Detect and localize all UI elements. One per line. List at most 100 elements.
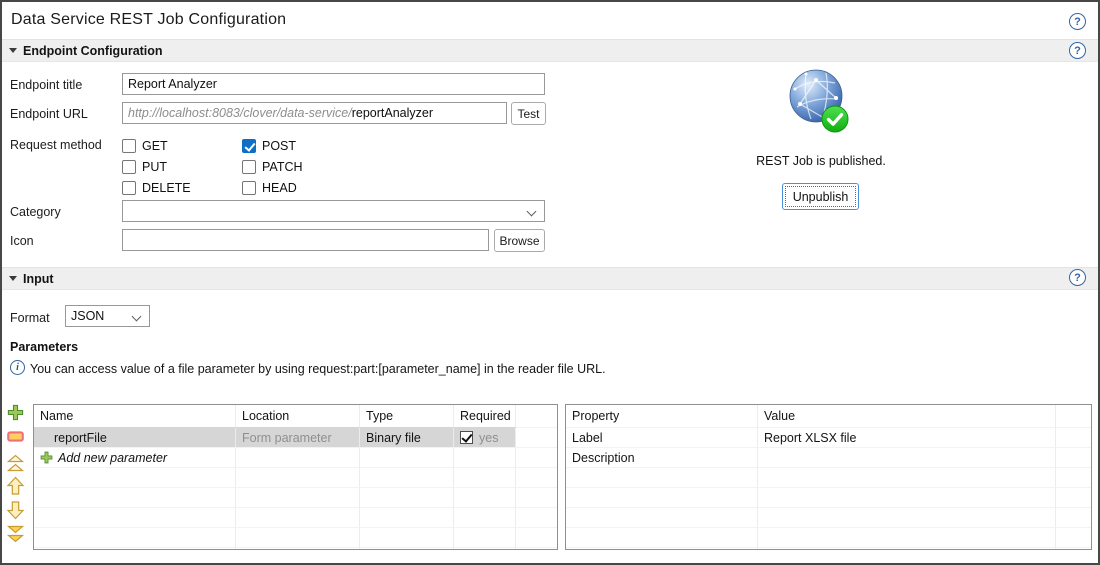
minus-icon — [7, 431, 24, 442]
endpoint-url-label: Endpoint URL — [10, 107, 88, 121]
empty-row — [566, 507, 1091, 527]
test-button[interactable]: Test — [511, 102, 546, 125]
request-method-label: Request method — [10, 138, 102, 152]
table-header-row: Name Location Type Required — [34, 405, 557, 427]
method-checkbox-delete[interactable]: DELETE — [122, 177, 242, 198]
method-label: DELETE — [142, 180, 191, 195]
window-titlebar: Data Service REST Job Configuration — [2, 2, 1098, 37]
request-method-group: GET POST PUT PATCH DELETE HEAD — [122, 135, 382, 198]
method-checkbox-patch[interactable]: PATCH — [242, 156, 382, 177]
endpoint-title-label: Endpoint title — [10, 78, 83, 92]
parameters-table: Name Location Type Required reportFile F… — [33, 404, 558, 550]
publish-status-text: REST Job is published. — [756, 154, 886, 168]
remove-parameter-button[interactable] — [5, 426, 26, 447]
parameters-info-text: You can access value of a file parameter… — [30, 362, 606, 376]
property-row-description[interactable]: Description — [566, 447, 1091, 467]
method-label: PUT — [142, 159, 167, 174]
checkbox-icon — [122, 159, 136, 174]
info-icon: i — [10, 360, 25, 375]
empty-row — [566, 527, 1091, 547]
parameter-properties-table: Property Value Label Report XLSX file De… — [565, 404, 1092, 550]
empty-row — [566, 547, 1091, 549]
column-header-required[interactable]: Required — [454, 405, 516, 427]
section-input[interactable]: Input — [2, 267, 1098, 290]
category-label: Category — [10, 205, 61, 219]
checkbox-icon — [122, 180, 136, 195]
required-checkbox[interactable] — [460, 431, 473, 444]
empty-row — [34, 547, 557, 549]
endpoint-url-prefix: http://localhost:8083/clover/data-servic… — [128, 106, 352, 120]
endpoint-title-input[interactable] — [122, 73, 545, 95]
parameter-row-reportfile[interactable]: reportFile Form parameter Binary file ye… — [34, 427, 557, 447]
method-checkbox-get[interactable]: GET — [122, 135, 242, 156]
help-icon[interactable]: ? — [1069, 13, 1086, 30]
format-label: Format — [10, 311, 50, 325]
required-label: yes — [479, 430, 499, 445]
checkbox-icon — [122, 138, 136, 153]
column-header-value[interactable]: Value — [758, 405, 1056, 427]
add-new-parameter-row[interactable]: Add new parameter — [34, 447, 557, 467]
method-label: POST — [262, 138, 297, 153]
double-chevron-up-icon — [6, 454, 25, 471]
column-header-extra — [1056, 405, 1091, 427]
category-select[interactable] — [122, 200, 545, 222]
empty-row — [34, 467, 557, 487]
move-up-button[interactable] — [5, 475, 26, 496]
empty-row — [566, 487, 1091, 507]
move-to-bottom-button[interactable] — [5, 523, 26, 544]
parameters-heading: Parameters — [10, 340, 79, 354]
move-to-top-button[interactable] — [5, 452, 26, 473]
icon-label: Icon — [10, 234, 34, 248]
chevron-down-icon — [131, 311, 142, 322]
endpoint-url-input[interactable]: http://localhost:8083/clover/data-servic… — [122, 102, 507, 124]
endpoint-help-icon[interactable]: ? — [1069, 42, 1086, 59]
param-extra-cell — [516, 427, 557, 447]
plus-icon — [40, 451, 53, 464]
unpublish-button[interactable]: Unpublish — [782, 183, 859, 210]
property-value-cell — [758, 447, 1056, 467]
icon-path-input[interactable] — [122, 229, 489, 251]
empty-row — [34, 527, 557, 547]
format-select[interactable]: JSON — [65, 305, 150, 327]
arrow-down-icon — [6, 500, 25, 519]
property-row-label[interactable]: Label Report XLSX file — [566, 427, 1091, 447]
property-name-cell: Description — [566, 447, 758, 467]
globe-published-icon — [789, 69, 849, 133]
checkbox-icon — [242, 180, 256, 195]
add-parameter-button[interactable] — [5, 402, 26, 423]
arrow-up-icon — [6, 476, 25, 495]
column-header-type[interactable]: Type — [360, 405, 454, 427]
section-title: Input — [23, 271, 54, 286]
method-checkbox-put[interactable]: PUT — [122, 156, 242, 177]
method-checkbox-post[interactable]: POST — [242, 135, 382, 156]
double-chevron-down-icon — [6, 525, 25, 542]
add-new-parameter-cell: Add new parameter — [34, 447, 236, 467]
collapse-triangle-icon — [9, 276, 17, 281]
method-checkbox-head[interactable]: HEAD — [242, 177, 382, 198]
endpoint-url-suffix: reportAnalyzer — [351, 106, 434, 120]
format-value: JSON — [71, 309, 105, 323]
browse-button[interactable]: Browse — [494, 229, 545, 252]
method-label: GET — [142, 138, 168, 153]
column-header-extra — [516, 405, 557, 427]
data-service-config-window: Data Service REST Job Configuration ? En… — [0, 0, 1100, 565]
section-endpoint-configuration[interactable]: Endpoint Configuration — [2, 39, 1098, 62]
property-value-cell: Report XLSX file — [758, 427, 1056, 447]
empty-row — [34, 507, 557, 527]
add-new-parameter-label: Add new parameter — [58, 450, 168, 465]
section-title: Endpoint Configuration — [23, 43, 163, 58]
column-header-name[interactable]: Name — [34, 405, 236, 427]
param-required-cell: yes — [454, 427, 516, 447]
plus-icon — [7, 404, 24, 421]
param-location-cell: Form parameter — [236, 427, 360, 447]
column-header-property[interactable]: Property — [566, 405, 758, 427]
move-down-button[interactable] — [5, 499, 26, 520]
page-title: Data Service REST Job Configuration — [11, 10, 287, 28]
input-help-icon[interactable]: ? — [1069, 269, 1086, 286]
column-header-location[interactable]: Location — [236, 405, 360, 427]
collapse-triangle-icon — [9, 48, 17, 53]
empty-row — [566, 467, 1091, 487]
checkbox-checked-icon — [242, 138, 256, 153]
checkbox-icon — [242, 159, 256, 174]
param-type-cell: Binary file — [360, 427, 454, 447]
